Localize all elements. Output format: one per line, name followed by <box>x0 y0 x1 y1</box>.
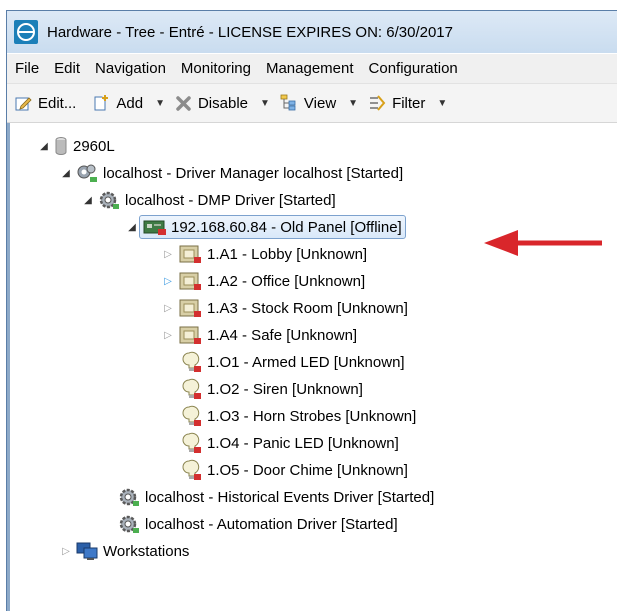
bulb-icon <box>182 351 202 373</box>
edit-button-label: Edit... <box>38 94 77 112</box>
collapse-icon[interactable]: ◢ <box>37 141 51 152</box>
annotation-arrow <box>484 230 602 256</box>
tree-node-area-4[interactable]: ▷ 1.A4 - Safe [Unknown] <box>161 322 357 348</box>
tree-node-output-1[interactable]: 1.O1 - Armed LED [Unknown] <box>179 349 405 375</box>
workstations-icon <box>76 541 98 561</box>
tree-node-label: localhost - DMP Driver [Started] <box>125 191 336 209</box>
selected-panel-row[interactable]: 192.168.60.84 - Old Panel [Offline] <box>139 215 406 239</box>
tree-node-output-3[interactable]: 1.O3 - Horn Strobes [Unknown] <box>179 403 416 429</box>
tree-node-label: 1.O4 - Panic LED [Unknown] <box>207 434 399 452</box>
disable-icon <box>176 95 191 111</box>
menu-management[interactable]: Management <box>258 60 361 77</box>
menu-navigation[interactable]: Navigation <box>87 60 173 77</box>
bulb-icon <box>182 432 202 454</box>
filter-dropdown-caret[interactable]: ▼ <box>437 98 447 109</box>
disable-button-label: Disable <box>197 94 248 112</box>
toolbar: Edit... Add ▼ Disable ▼ View ▼ Filter ▼ <box>7 84 617 123</box>
expand-icon[interactable]: ▷ <box>161 303 175 314</box>
area-icon <box>178 298 202 318</box>
tree-node-area-3[interactable]: ▷ 1.A3 - Stock Room [Unknown] <box>161 295 408 321</box>
bulb-icon <box>182 378 202 400</box>
tree-node-area-2[interactable]: ▷ 1.A2 - Office [Unknown] <box>161 268 365 294</box>
area-icon <box>178 325 202 345</box>
hardware-tree: ◢ 2960L ◢ localhost - Driver Manager loc… <box>7 123 617 611</box>
view-button[interactable]: View <box>280 94 336 112</box>
tree-node-area-1[interactable]: ▷ 1.A1 - Lobby [Unknown] <box>161 241 367 267</box>
edit-button[interactable]: Edit... <box>15 95 76 112</box>
gear-icon <box>118 487 140 507</box>
driver-manager-icon <box>76 163 98 183</box>
menu-bar: File Edit Navigation Monitoring Manageme… <box>7 54 617 84</box>
tree-node-label: 1.O1 - Armed LED [Unknown] <box>207 353 405 371</box>
expand-icon[interactable]: ▷ <box>161 249 175 260</box>
gear-icon <box>98 190 120 210</box>
tree-node-label: 1.O2 - Siren [Unknown] <box>207 380 363 398</box>
tree-node-label: 2960L <box>73 137 115 155</box>
window-title: Hardware - Tree - Entré - LICENSE EXPIRE… <box>47 23 453 41</box>
tree-node-label: localhost - Automation Driver [Started] <box>145 515 398 533</box>
filter-button-label: Filter <box>392 94 426 112</box>
tree-node-label: 1.A4 - Safe [Unknown] <box>207 326 358 344</box>
collapse-icon[interactable]: ◢ <box>59 168 73 179</box>
window-left-border <box>7 123 10 611</box>
collapse-icon[interactable]: ◢ <box>125 222 139 233</box>
add-icon <box>94 95 109 111</box>
collapse-icon[interactable]: ◢ <box>81 195 95 206</box>
bulb-icon <box>182 459 202 481</box>
tree-node-automation-driver[interactable]: localhost - Automation Driver [Started] <box>115 511 398 537</box>
tree-node-workstations[interactable]: ▷ Workstations <box>59 538 189 564</box>
menu-monitoring[interactable]: Monitoring <box>173 60 258 77</box>
tree-node-dmp-driver[interactable]: ◢ localhost - DMP Driver [Started] <box>81 187 336 213</box>
app-window: Hardware - Tree - Entré - LICENSE EXPIRE… <box>6 10 617 611</box>
tree-node-driver-manager[interactable]: ◢ localhost - Driver Manager localhost [… <box>59 160 403 186</box>
tree-node-label: 1.O3 - Horn Strobes [Unknown] <box>207 407 417 425</box>
view-button-label: View <box>303 94 337 112</box>
title-bar[interactable]: Hardware - Tree - Entré - LICENSE EXPIRE… <box>7 11 617 53</box>
cylinder-icon <box>54 136 68 156</box>
add-button-label: Add <box>116 94 144 112</box>
gear-icon <box>118 514 140 534</box>
expand-icon[interactable]: ▷ <box>161 330 175 341</box>
area-icon <box>178 271 202 291</box>
bulb-icon <box>182 405 202 427</box>
tree-node-label: localhost - Historical Events Driver [St… <box>145 488 435 506</box>
tree-node-label: Workstations <box>103 542 190 560</box>
view-dropdown-caret[interactable]: ▼ <box>348 98 358 109</box>
menu-configuration[interactable]: Configuration <box>361 60 465 77</box>
tree-node-label: 1.O5 - Door Chime [Unknown] <box>207 461 408 479</box>
area-icon <box>178 244 202 264</box>
tree-node-historical-driver[interactable]: localhost - Historical Events Driver [St… <box>115 484 434 510</box>
entre-app-icon <box>14 20 38 44</box>
tree-node-label: 1.A1 - Lobby [Unknown] <box>207 245 368 263</box>
menu-edit[interactable]: Edit <box>46 60 87 77</box>
panel-board-icon <box>143 218 167 236</box>
tree-node-label: 192.168.60.84 - Old Panel [Offline] <box>171 218 402 236</box>
add-dropdown-caret[interactable]: ▼ <box>155 98 165 109</box>
tree-node-output-2[interactable]: 1.O2 - Siren [Unknown] <box>179 376 363 402</box>
menu-file[interactable]: File <box>7 60 46 77</box>
expand-icon[interactable]: ▷ <box>59 546 73 557</box>
tree-node-label: 1.A2 - Office [Unknown] <box>207 272 366 290</box>
tree-node-panel[interactable]: ◢ 192.168.60.84 - Old Panel [Offline] <box>125 214 406 240</box>
tree-node-output-5[interactable]: 1.O5 - Door Chime [Unknown] <box>179 457 408 483</box>
expand-icon[interactable]: ▷ <box>161 276 175 287</box>
filter-button[interactable]: Filter <box>368 94 425 112</box>
view-tree-icon <box>280 94 296 111</box>
tree-node-label: localhost - Driver Manager localhost [St… <box>103 164 404 182</box>
tree-node-root[interactable]: ◢ 2960L <box>37 133 115 159</box>
tree-node-label: 1.A3 - Stock Room [Unknown] <box>207 299 408 317</box>
add-button[interactable]: Add <box>92 94 143 112</box>
edit-icon <box>15 96 32 110</box>
filter-icon <box>370 95 386 111</box>
tree-node-output-4[interactable]: 1.O4 - Panic LED [Unknown] <box>179 430 399 456</box>
disable-button[interactable]: Disable <box>175 95 248 112</box>
disable-dropdown-caret[interactable]: ▼ <box>260 98 270 109</box>
